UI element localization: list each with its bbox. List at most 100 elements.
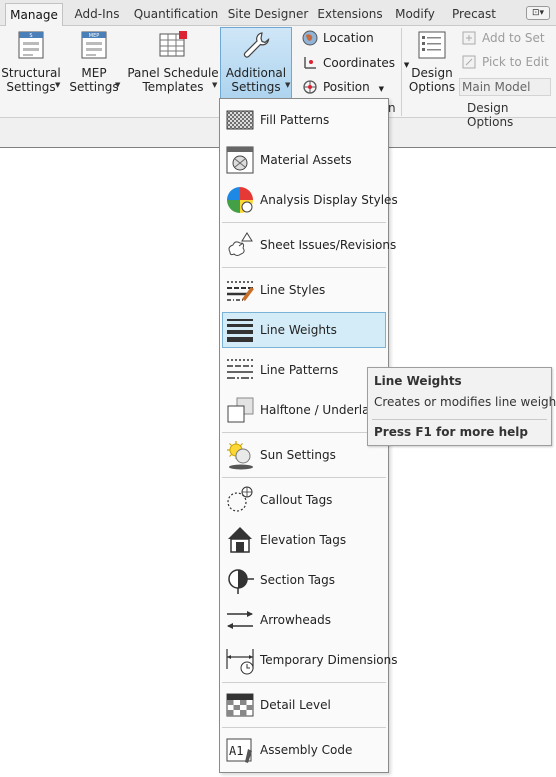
tab-precast[interactable]: Precast <box>447 3 501 25</box>
tooltip-description: Creates or modifies line weights. <box>374 395 556 409</box>
menu-item-temporary-dimensions[interactable]: Temporary Dimensions <box>222 642 398 678</box>
location-label: Location <box>323 31 374 45</box>
structural-settings-button[interactable]: S Structural Settings ▼ <box>0 28 62 98</box>
mep-settings-label: MEP Settings <box>69 66 119 94</box>
position-button[interactable]: Position ▼ <box>302 76 384 98</box>
pick-to-edit-icon <box>462 55 476 68</box>
pick-to-edit-button[interactable]: Pick to Edit <box>461 51 549 73</box>
tooltip-help: Press F1 for more help <box>374 425 528 439</box>
add-to-set-icon <box>462 31 476 44</box>
menu-item-elevation-tags[interactable]: Elevation Tags <box>222 522 386 558</box>
panel-schedule-icon <box>159 31 187 57</box>
tab-add-ins[interactable]: Add-Ins <box>68 3 126 25</box>
position-label: Position <box>323 80 370 94</box>
tab-manage[interactable]: Manage <box>5 3 63 27</box>
menu-item-label: Line Weights <box>260 323 337 337</box>
menu-separator <box>222 267 386 268</box>
menu-separator <box>222 727 386 728</box>
sun-settings-icon <box>227 441 253 470</box>
menu-item-material-assets[interactable]: Material Assets <box>222 142 386 178</box>
menu-item-label: Analysis Display Styles <box>260 193 398 207</box>
svg-text:A1: A1 <box>229 744 243 758</box>
menu-item-label: Arrowheads <box>260 613 331 627</box>
menu-item-section-tags[interactable]: Section Tags <box>222 562 386 598</box>
menu-item-line-weights[interactable]: Line Weights <box>222 312 386 348</box>
menu-item-arrowheads[interactable]: Arrowheads <box>222 602 386 638</box>
coordinates-label: Coordinates <box>323 56 396 70</box>
chevron-down-icon: ▼ <box>285 81 291 89</box>
design-options-icon <box>418 31 446 59</box>
location-button[interactable]: Location <box>302 27 374 49</box>
line-weights-icon <box>227 319 253 342</box>
chevron-down-icon: ▼ <box>55 81 61 89</box>
panel-divider <box>401 28 402 116</box>
menu-item-line-styles[interactable]: Line Styles <box>222 272 386 308</box>
additional-settings-menu: Fill Patterns Material Assets Analysis D… <box>219 98 398 773</box>
material-assets-icon <box>226 146 254 174</box>
structural-settings-label: Structural Settings <box>1 66 61 94</box>
menu-item-line-patterns[interactable]: Line Patterns <box>222 352 386 388</box>
panel-schedule-templates-button[interactable]: Panel Schedule Templates ▼ <box>126 28 220 98</box>
menu-item-label: Elevation Tags <box>260 533 347 547</box>
menu-item-callout-tags[interactable]: Callout Tags <box>222 482 386 518</box>
menu-separator <box>222 477 386 478</box>
menu-separator <box>222 682 386 683</box>
halftone-icon <box>227 397 254 423</box>
svg-text:S: S <box>29 33 32 39</box>
tooltip-title: Line Weights <box>374 374 462 388</box>
menu-item-label: Section Tags <box>260 573 335 587</box>
menu-item-fill-patterns[interactable]: Fill Patterns <box>222 102 386 138</box>
mep-settings-icon: MEP <box>81 31 107 59</box>
add-to-set-label: Add to Set <box>482 31 545 45</box>
menu-item-label: Assembly Code <box>260 743 353 757</box>
menu-item-label: Callout Tags <box>260 493 333 507</box>
sheet-issues-icon <box>228 232 253 256</box>
menu-item-halftone-underlay[interactable]: Halftone / Underlay <box>222 392 386 428</box>
menu-separator <box>222 432 386 433</box>
tab-site-designer[interactable]: Site Designer <box>227 3 309 25</box>
menu-item-label: Sheet Issues/Revisions <box>260 238 397 252</box>
tab-quantification[interactable]: Quantification <box>131 3 221 25</box>
tooltip-divider <box>372 419 547 420</box>
chevron-down-icon: ▼ <box>378 85 384 93</box>
coordinates-icon <box>304 56 316 69</box>
design-options-label: Design Options <box>408 66 456 94</box>
panel-schedule-templates-label: Panel Schedule Templates <box>127 66 219 94</box>
arrowheads-icon <box>227 611 253 629</box>
fill-patterns-icon <box>226 110 254 130</box>
design-options-button[interactable]: Design Options <box>406 28 458 98</box>
design-options-panel-label: Design Options <box>467 101 514 129</box>
tab-modify[interactable]: Modify <box>390 3 440 25</box>
menu-item-analysis-display-styles[interactable]: Analysis Display Styles <box>222 182 398 218</box>
additional-settings-button[interactable]: Additional Settings ▼ <box>220 27 292 99</box>
mep-settings-button[interactable]: MEP MEP Settings ▼ <box>66 28 122 98</box>
assembly-code-icon: A1 <box>226 738 252 763</box>
ribbon-tab-bar: Manage Add-Ins Quantification Site Desig… <box>0 0 556 27</box>
section-tags-icon <box>228 569 254 594</box>
menu-item-label: Detail Level <box>260 698 331 712</box>
globe-icon <box>302 30 318 45</box>
menu-item-detail-level[interactable]: Detail Level <box>222 687 386 723</box>
line-weights-tooltip: Line Weights Creates or modifies line we… <box>367 367 556 446</box>
menu-item-label: Material Assets <box>260 153 352 167</box>
callout-tags-icon <box>227 486 253 512</box>
chevron-down-icon: ▼ <box>115 81 121 89</box>
temporary-dimensions-icon <box>226 649 254 675</box>
coordinates-button[interactable]: Coordinates ▼ <box>302 52 409 74</box>
menu-item-sun-settings[interactable]: Sun Settings <box>222 437 386 473</box>
menu-item-label: Line Styles <box>260 283 326 297</box>
menu-item-label: Halftone / Underlay <box>260 403 377 417</box>
add-to-set-button[interactable]: Add to Set <box>461 27 545 49</box>
additional-settings-label: Additional Settings <box>225 66 287 94</box>
line-styles-icon <box>227 281 254 301</box>
tab-extensions[interactable]: Extensions <box>315 3 385 25</box>
menu-item-sheet-issues-revisions[interactable]: Sheet Issues/Revisions <box>222 227 396 263</box>
minimize-ribbon-button[interactable]: ⊡▾ <box>526 6 550 20</box>
project-location-panel-label-partial: n <box>388 101 396 115</box>
main-model-dropdown[interactable]: Main Model <box>459 78 551 96</box>
menu-item-assembly-code[interactable]: A1 Assembly Code <box>222 732 386 768</box>
menu-item-label: Fill Patterns <box>260 113 330 127</box>
menu-item-label: Line Patterns <box>260 363 339 377</box>
chevron-down-icon: ▼ <box>212 81 218 89</box>
line-patterns-icon <box>227 359 253 379</box>
